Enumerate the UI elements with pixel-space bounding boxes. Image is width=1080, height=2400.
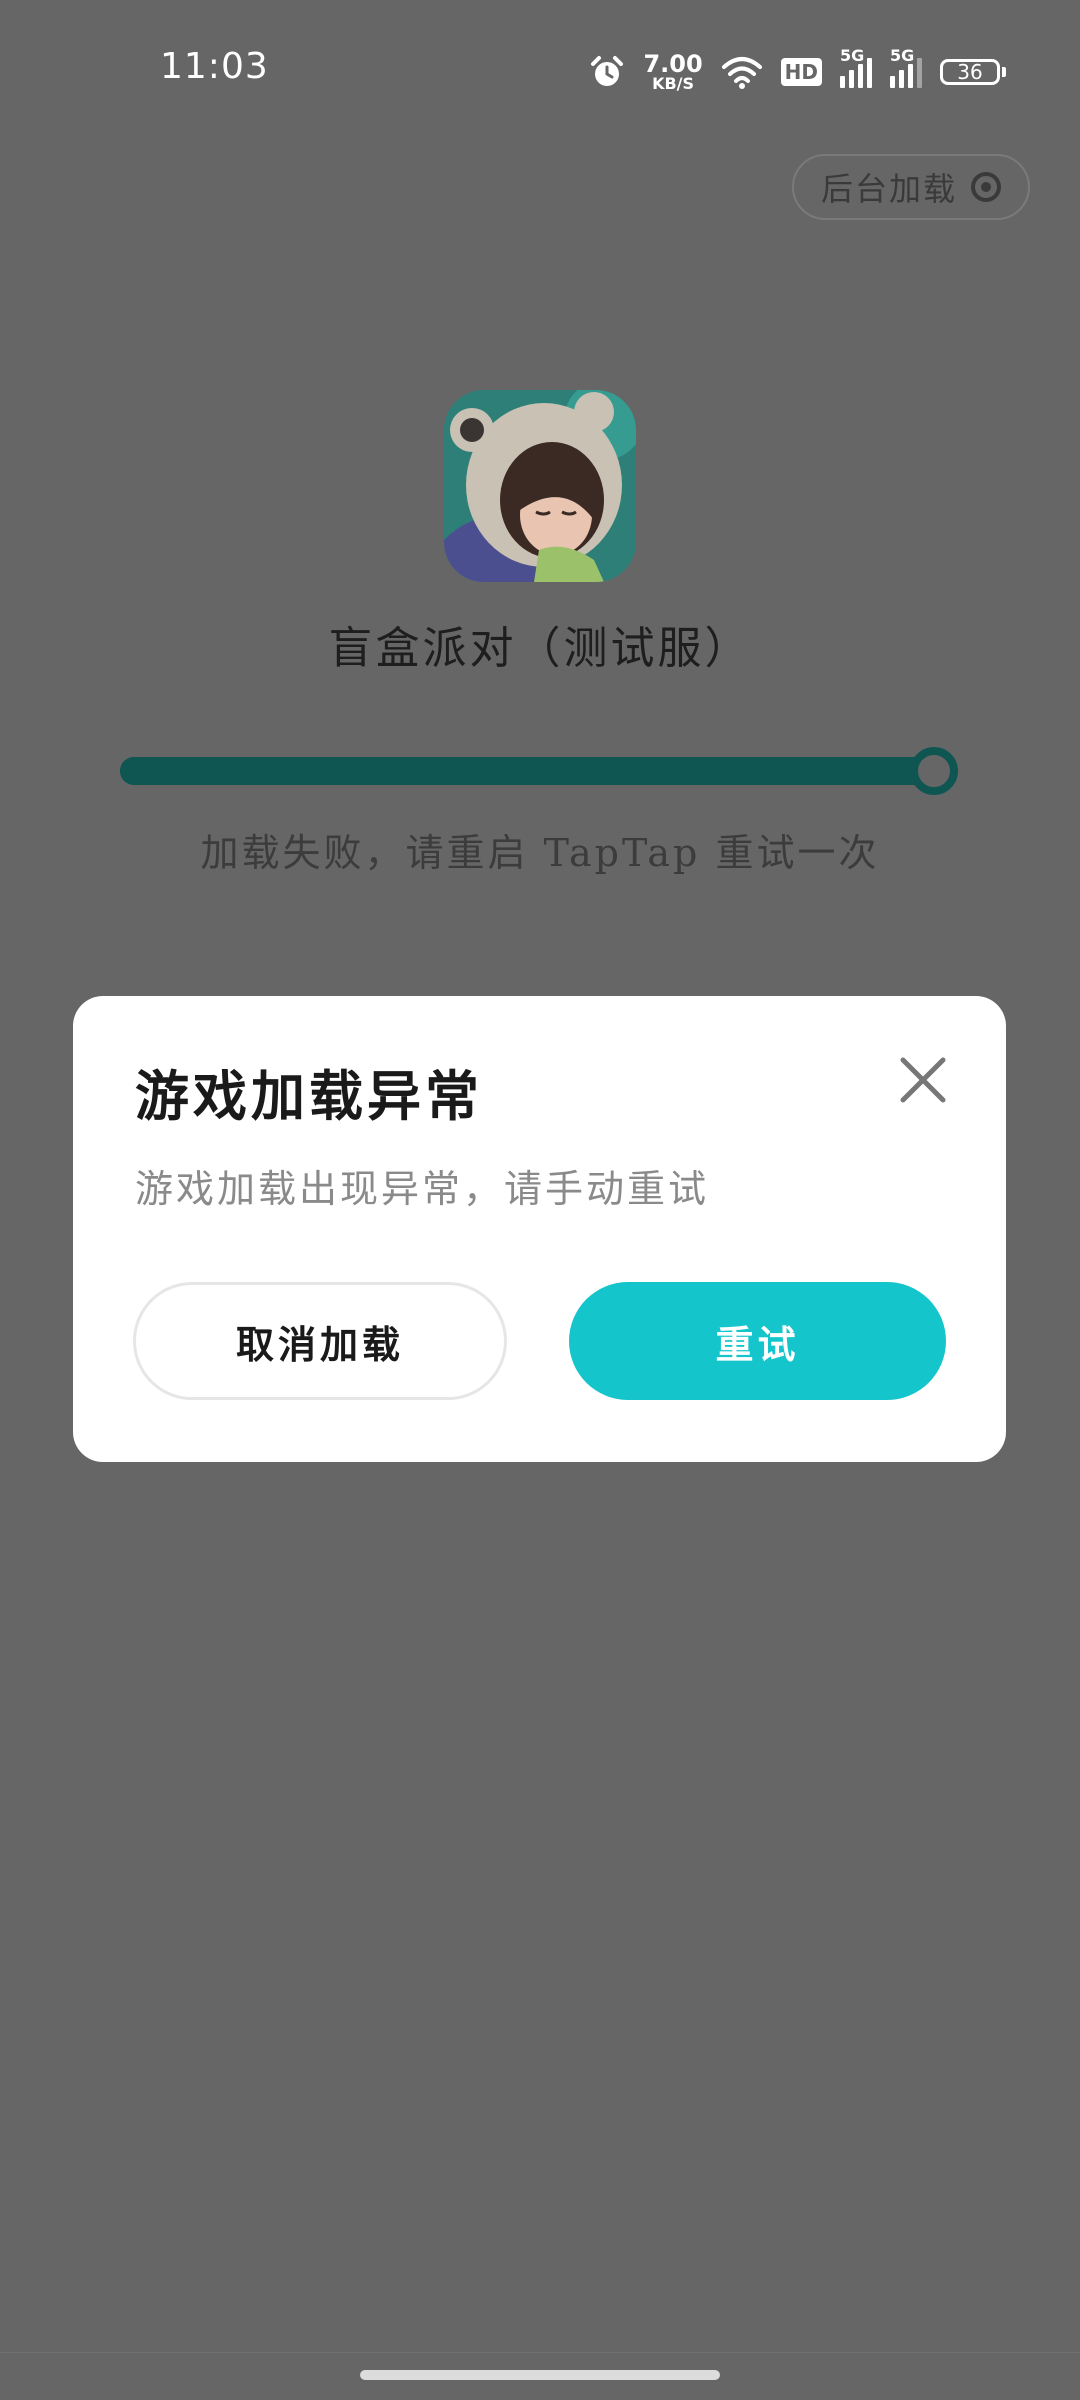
target-icon	[971, 172, 1001, 202]
signal-icon: 5G	[840, 46, 872, 88]
alarm-icon	[591, 56, 624, 86]
cancel-load-button[interactable]: 取消加载	[133, 1282, 507, 1400]
battery-level: 36	[940, 59, 1000, 85]
status-time: 11:03	[160, 46, 269, 87]
network-speed: 7.00 KB/S	[643, 52, 702, 92]
nav-divider	[0, 2352, 1080, 2353]
progress-bar	[120, 747, 958, 795]
progress-knob	[910, 747, 958, 795]
retry-button[interactable]: 重试	[569, 1282, 946, 1400]
background-load-label: 后台加载	[820, 170, 957, 208]
status-icons: 7.00 KB/S HD 5G 5G 36	[589, 46, 1006, 96]
wifi-icon	[721, 57, 762, 89]
game-icon	[444, 390, 636, 582]
close-icon[interactable]	[895, 1052, 951, 1108]
game-title: 盲盒派对（测试服）	[328, 623, 752, 674]
error-dialog: 游戏加载异常 游戏加载出现异常，请手动重试 取消加载 重试	[73, 996, 1006, 1462]
network-speed-value: 7.00	[643, 50, 703, 78]
dialog-title: 游戏加载异常	[135, 1064, 483, 1128]
signal-1-label: 5G	[840, 46, 865, 65]
battery-icon: 36	[940, 59, 1006, 85]
dialog-message: 游戏加载出现异常，请手动重试	[135, 1167, 710, 1211]
signal-2-label: 5G	[890, 46, 915, 65]
hd-icon: HD	[780, 58, 822, 86]
home-indicator[interactable]	[360, 2370, 720, 2380]
status-bar: 11:03 7.00 KB/S HD 5G 5G 36	[0, 0, 1080, 140]
network-speed-unit: KB/S	[652, 74, 695, 93]
progress-fill	[120, 757, 938, 785]
background-load-button[interactable]: 后台加载	[792, 154, 1030, 220]
signal-icon: 5G	[890, 46, 922, 88]
load-failed-message: 加载失败，请重启 TapTap 重试一次	[200, 831, 880, 875]
